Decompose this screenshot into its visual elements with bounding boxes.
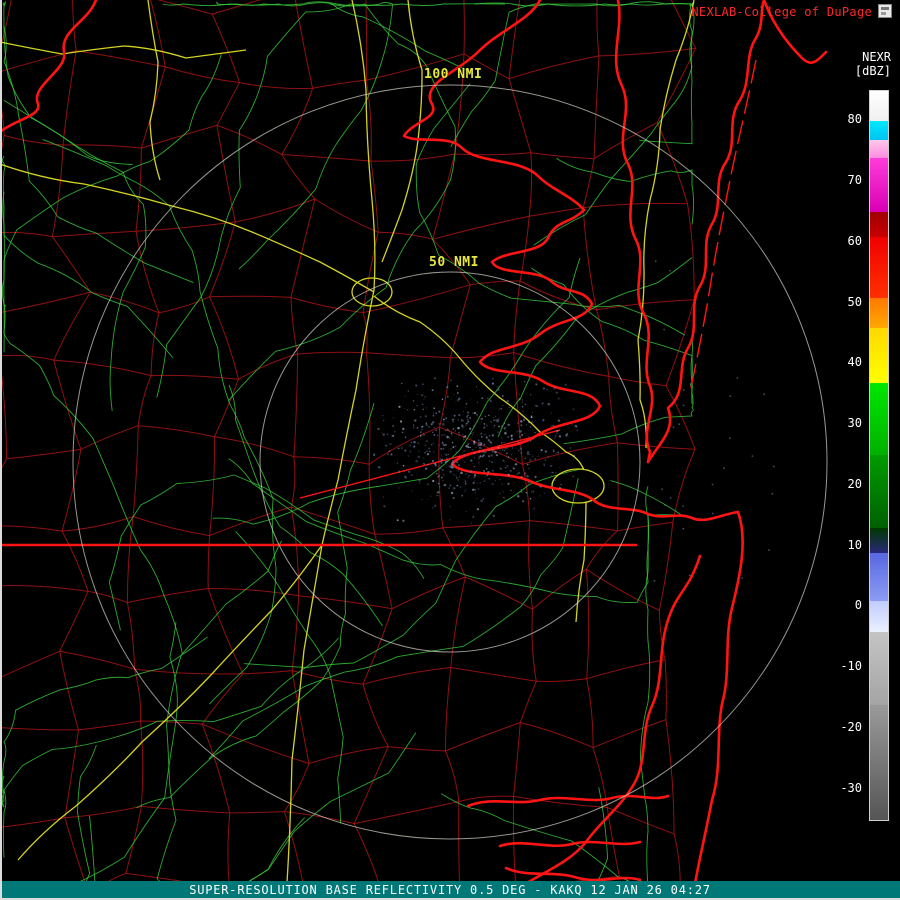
colorbar-tick: 40 [847,355,862,370]
colorbar-tick: -20 [840,719,862,734]
colorbar-tick: 0 [854,598,862,613]
range-ring-label-50nmi: 50 NMI [429,255,479,270]
colorbar-tick: 60 [847,233,862,248]
colorbar-tick: 30 [847,416,862,431]
colorbar-tick: 50 [847,294,862,309]
cod-logo-icon [878,4,892,18]
colorbar-tick: -10 [840,659,862,674]
left-edge-line [0,0,2,900]
status-text: SUPER-RESOLUTION BASE REFLECTIVITY 0.5 D… [189,882,711,897]
colorbar-title-block: NEXR [dBZ] [855,50,891,78]
radar-screen: 100 NMI 50 NMI NEXLAB-College of DuPage … [0,0,900,900]
reflectivity-colorbar [869,90,889,821]
status-bar: SUPER-RESOLUTION BASE REFLECTIVITY 0.5 D… [0,881,900,898]
colorbar-tick: 80 [847,112,862,127]
colorbar-tick: 70 [847,173,862,188]
colorbar-title: NEXR [862,50,891,64]
brand-text: NEXLAB-College of DuPage [691,5,872,19]
colorbar-tick: 20 [847,476,862,491]
range-ring-label-100nmi: 100 NMI [424,67,483,82]
colorbar-units: [dBZ] [854,64,891,78]
radar-map [0,0,900,900]
colorbar-tick: -30 [840,780,862,795]
colorbar-tick: 10 [847,537,862,552]
